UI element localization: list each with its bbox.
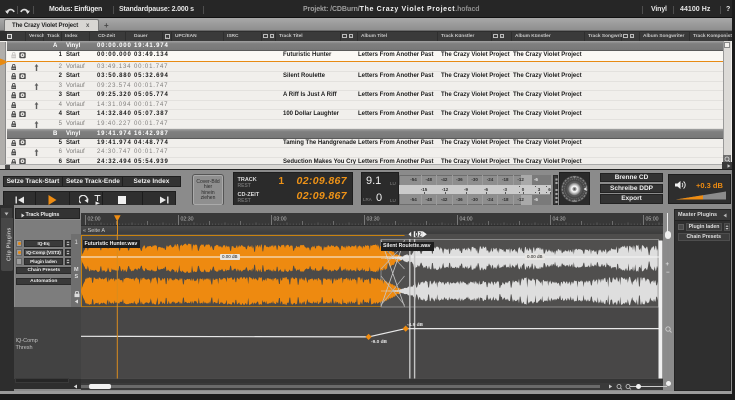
svg-text:04:00: 04:00 xyxy=(460,216,473,222)
svg-text:02:30: 02:30 xyxy=(181,216,194,222)
svg-text:03:00: 03:00 xyxy=(274,216,287,222)
svg-text:04:30: 04:30 xyxy=(553,216,566,222)
svg-text:05:00: 05:00 xyxy=(646,216,659,222)
svg-text:02:00: 02:00 xyxy=(88,216,101,222)
svg-text:03:30: 03:30 xyxy=(367,216,380,222)
